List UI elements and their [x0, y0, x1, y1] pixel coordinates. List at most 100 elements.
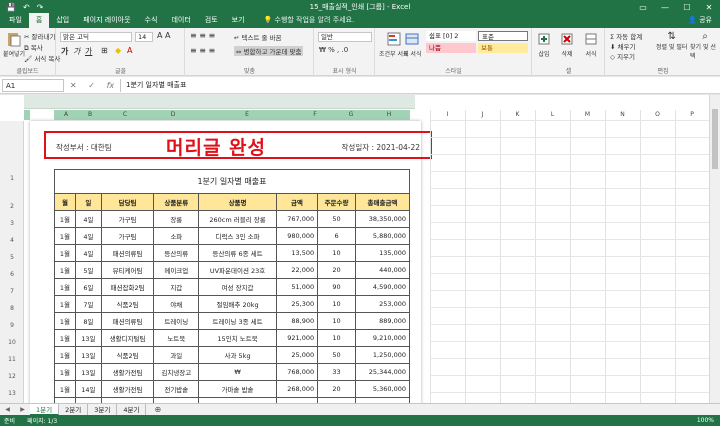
table-cell[interactable]: 생활가전팀	[100, 380, 155, 398]
table-cell[interactable]: 디럭스 3인 소파	[198, 227, 277, 245]
format-painter-button[interactable]: 🖌 서식 복사	[24, 53, 60, 63]
insert-function-icon[interactable]: fx	[107, 81, 115, 90]
table-cell[interactable]: 25,344,000	[354, 363, 411, 381]
column-header[interactable]: 주문수량	[317, 193, 356, 211]
table-cell[interactable]: 253,000	[354, 295, 411, 313]
table-cell[interactable]: 4,590,000	[354, 278, 411, 296]
zoom-level[interactable]: 100%	[697, 417, 720, 424]
share-button[interactable]: 👤 공유	[680, 13, 720, 28]
table-cell[interactable]: 사과 5kg	[198, 346, 277, 364]
table-cell[interactable]: 1월	[54, 363, 76, 381]
table-cell[interactable]: 6일	[74, 278, 102, 296]
next-sheet-icon[interactable]: ▶	[20, 406, 25, 413]
table-cell[interactable]: 25,000	[275, 346, 319, 364]
table-cell[interactable]: 가구팀	[100, 210, 155, 228]
col-header-k[interactable]: K	[500, 110, 535, 120]
table-cell[interactable]: 22,000	[275, 261, 319, 279]
clear-button[interactable]: ◇ 지우기	[610, 51, 635, 61]
col-header-c[interactable]: C	[102, 110, 148, 120]
table-cell[interactable]: UV파운데이션 23호	[198, 261, 277, 279]
tab-data[interactable]: 데이터	[164, 13, 197, 28]
table-cell[interactable]: 생활디지털팀	[100, 329, 155, 347]
table-cell[interactable]: 767,000	[275, 210, 319, 228]
table-cell[interactable]: 260cm 러블리 장롱	[198, 210, 277, 228]
format-table-button[interactable]: 표 서식	[403, 31, 421, 58]
table-cell[interactable]: 5,880,000	[354, 227, 411, 245]
col-header-p[interactable]: P	[675, 110, 709, 120]
row-number[interactable]: 13	[0, 390, 24, 397]
wrap-text-button[interactable]: ↵ 텍스트 줄 바꿈	[234, 32, 282, 42]
font-name-select[interactable]: 맑은 고딕	[60, 32, 132, 42]
row-number[interactable]: 9	[0, 322, 24, 329]
table-cell[interactable]: 5일	[74, 261, 102, 279]
table-cell[interactable]: 10	[317, 244, 356, 262]
col-header-o[interactable]: O	[640, 110, 675, 120]
table-cell[interactable]: 1월	[54, 295, 76, 313]
row-number[interactable]: 1	[0, 175, 24, 182]
table-cell[interactable]: 절임배추 20kg	[198, 295, 277, 313]
table-cell[interactable]: 1월	[54, 244, 76, 262]
autosum-button[interactable]: Σ 자동 합계	[610, 31, 642, 41]
table-cell[interactable]: 5,360,000	[354, 380, 411, 398]
table-cell[interactable]: 33	[317, 363, 356, 381]
column-header[interactable]: 상품명	[198, 193, 277, 211]
row-number[interactable]: 3	[0, 220, 24, 227]
style-bad[interactable]: 나쁨	[426, 43, 476, 53]
table-cell[interactable]: 메이크업	[153, 261, 200, 279]
number-format-icons[interactable]: ₩ % , .0	[319, 46, 348, 54]
align-left-icon[interactable]: ≡ ≡ ≡	[190, 46, 215, 55]
page-header[interactable]: 작성부서 : 대한팀 머리글 완성 작성일자 : 2021-04-22	[44, 131, 432, 159]
align-top-icon[interactable]: ≡ ≡ ≡	[190, 31, 215, 40]
table-cell[interactable]: 6	[317, 227, 356, 245]
col-header-m[interactable]: M	[570, 110, 605, 120]
table-cell[interactable]: 13일	[74, 346, 102, 364]
save-icon[interactable]: 💾	[6, 3, 16, 12]
table-cell[interactable]: 768,000	[275, 363, 319, 381]
col-header-h[interactable]: H	[368, 110, 410, 120]
formula-input[interactable]: 1분기 일자별 매출표	[120, 78, 720, 92]
table-cell[interactable]: 식품2팀	[100, 295, 155, 313]
enter-icon[interactable]: ✓	[88, 81, 95, 90]
table-cell[interactable]: ₩	[198, 363, 277, 381]
table-cell[interactable]: 889,000	[354, 312, 411, 330]
tab-page-layout[interactable]: 페이지 레이아웃	[76, 13, 137, 28]
table-cell[interactable]: 50	[317, 210, 356, 228]
number-format-select[interactable]: 일반	[318, 32, 372, 42]
table-cell[interactable]: 20	[317, 261, 356, 279]
col-header-g[interactable]: G	[334, 110, 368, 120]
find-select-button[interactable]: ⌕ 찾기 및 선택	[690, 31, 720, 60]
column-header[interactable]: 총매출금액	[354, 193, 411, 211]
table-cell[interactable]: 1월	[54, 329, 76, 347]
table-cell[interactable]: 야채	[153, 295, 200, 313]
minimize-icon[interactable]: —	[654, 3, 676, 12]
table-cell[interactable]: 10	[317, 312, 356, 330]
table-cell[interactable]: 20	[317, 380, 356, 398]
name-box[interactable]: A1	[2, 78, 64, 92]
paste-button[interactable]: 붙여넣기	[3, 31, 25, 58]
vertical-scrollbar[interactable]	[709, 95, 720, 403]
row-number[interactable]: 7	[0, 288, 24, 295]
format-cells-button[interactable]: 서식	[583, 31, 599, 58]
col-header-a[interactable]: A	[54, 110, 78, 120]
underline-icon[interactable]: 가	[85, 46, 92, 57]
grow-font-icon[interactable]: A A	[157, 31, 171, 40]
col-header-l[interactable]: L	[535, 110, 570, 120]
cancel-icon[interactable]: ✕	[70, 81, 77, 90]
col-header-e[interactable]: E	[198, 110, 296, 120]
table-cell[interactable]: 7일	[74, 295, 102, 313]
table-cell[interactable]: 50	[317, 346, 356, 364]
table-cell[interactable]: 10	[317, 329, 356, 347]
col-header-i[interactable]: I	[430, 110, 465, 120]
row-number[interactable]: 12	[0, 373, 24, 380]
delete-cells-button[interactable]: 삭제	[559, 31, 575, 58]
table-cell[interactable]: 1월	[54, 261, 76, 279]
table-cell[interactable]: 장롱	[153, 210, 200, 228]
tab-insert[interactable]: 삽입	[49, 13, 76, 28]
table-cell[interactable]: 1월	[54, 210, 76, 228]
cut-button[interactable]: ✂ 잘라내기	[24, 31, 55, 41]
row-number[interactable]: 10	[0, 339, 24, 346]
table-cell[interactable]: 1월	[54, 346, 76, 364]
sheet-tab-q1[interactable]: 1분기	[30, 403, 60, 416]
table-cell[interactable]: 패션잡화2팀	[100, 278, 155, 296]
table-cell[interactable]: 지갑	[153, 278, 200, 296]
